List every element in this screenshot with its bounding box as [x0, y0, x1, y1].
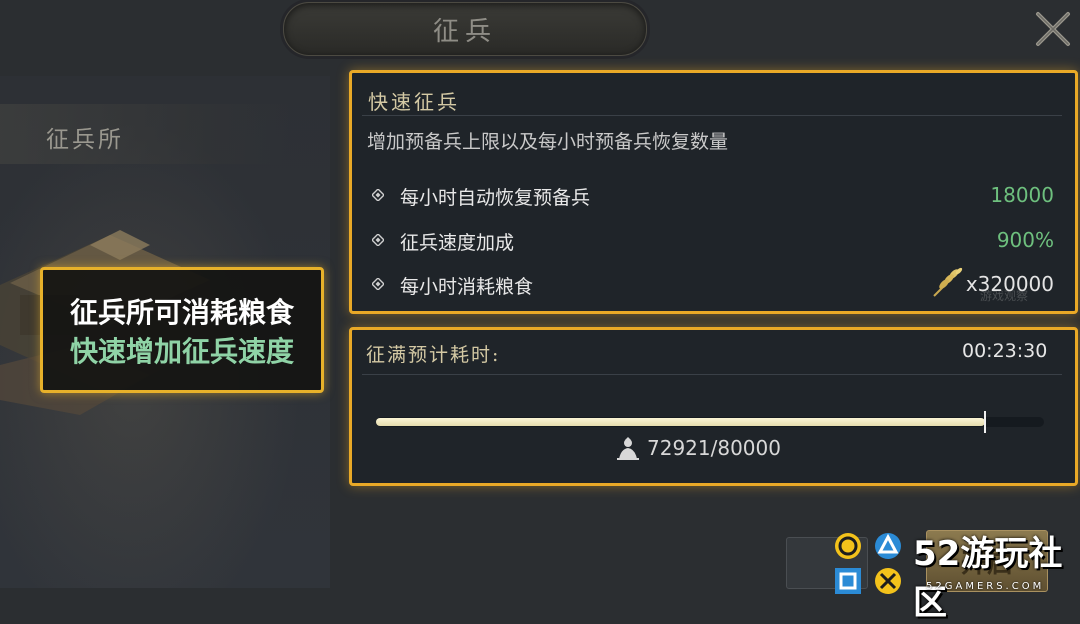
title-plate: 征兵 [283, 2, 647, 56]
recruit-progress-bar[interactable] [376, 411, 1044, 433]
logo-title: 52游玩社区 [913, 526, 1078, 624]
progress-fill [376, 418, 985, 426]
troop-count: 72921/80000 [615, 435, 781, 461]
site-logo: 52游玩社区 52GAMERS.COM [826, 524, 1078, 623]
wheat-icon [933, 267, 963, 297]
gamepad-symbols-icon [835, 533, 901, 594]
stat-row-food: 每小时消耗粮食 x320000 [372, 267, 1058, 300]
stat-row-recovery: 每小时自动恢复预备兵 18000 [372, 183, 1058, 211]
diamond-bullet-icon [372, 234, 384, 246]
stat-label: 每小时自动恢复预备兵 [400, 187, 591, 209]
stat-label: 征兵速度加成 [400, 232, 515, 254]
rapid-recruit-title: 快速征兵 [368, 90, 460, 114]
callout-line2: 快速增加征兵速度 [69, 335, 294, 368]
progress-handle[interactable] [983, 411, 986, 433]
callout-line1: 征兵所可消耗粮食 [69, 296, 294, 329]
time-label: 征满预计耗时: [366, 344, 501, 366]
logo-number: 52 [913, 534, 961, 574]
rapid-recruit-description: 增加预备兵上限以及每小时预备兵恢复数量 [367, 131, 729, 153]
callout-box: 征兵所可消耗粮食 快速增加征兵速度 [40, 267, 324, 393]
stat-value: 900% [996, 228, 1054, 252]
divider [362, 115, 1062, 116]
soldier-icon [617, 437, 639, 460]
diamond-bullet-icon [372, 189, 384, 201]
page-title: 征兵 [432, 16, 497, 47]
time-value: 00:23:30 [962, 340, 1048, 362]
logo-domain: 52GAMERS.COM [926, 581, 1045, 592]
stat-row-speed: 征兵速度加成 900% [372, 228, 1058, 256]
close-icon [1036, 12, 1070, 46]
divider [362, 374, 1062, 375]
stat-label: 每小时消耗粮食 [400, 276, 534, 298]
diamond-bullet-icon [372, 278, 384, 290]
close-button[interactable] [1030, 6, 1076, 52]
camp-tab[interactable] [0, 104, 290, 164]
stat-value: 18000 [990, 183, 1054, 207]
camp-tab-label: 征兵所 [46, 127, 124, 153]
watermark-mini: 游戏观察 [980, 289, 1029, 303]
troop-count-text: 72921/80000 [647, 436, 781, 460]
